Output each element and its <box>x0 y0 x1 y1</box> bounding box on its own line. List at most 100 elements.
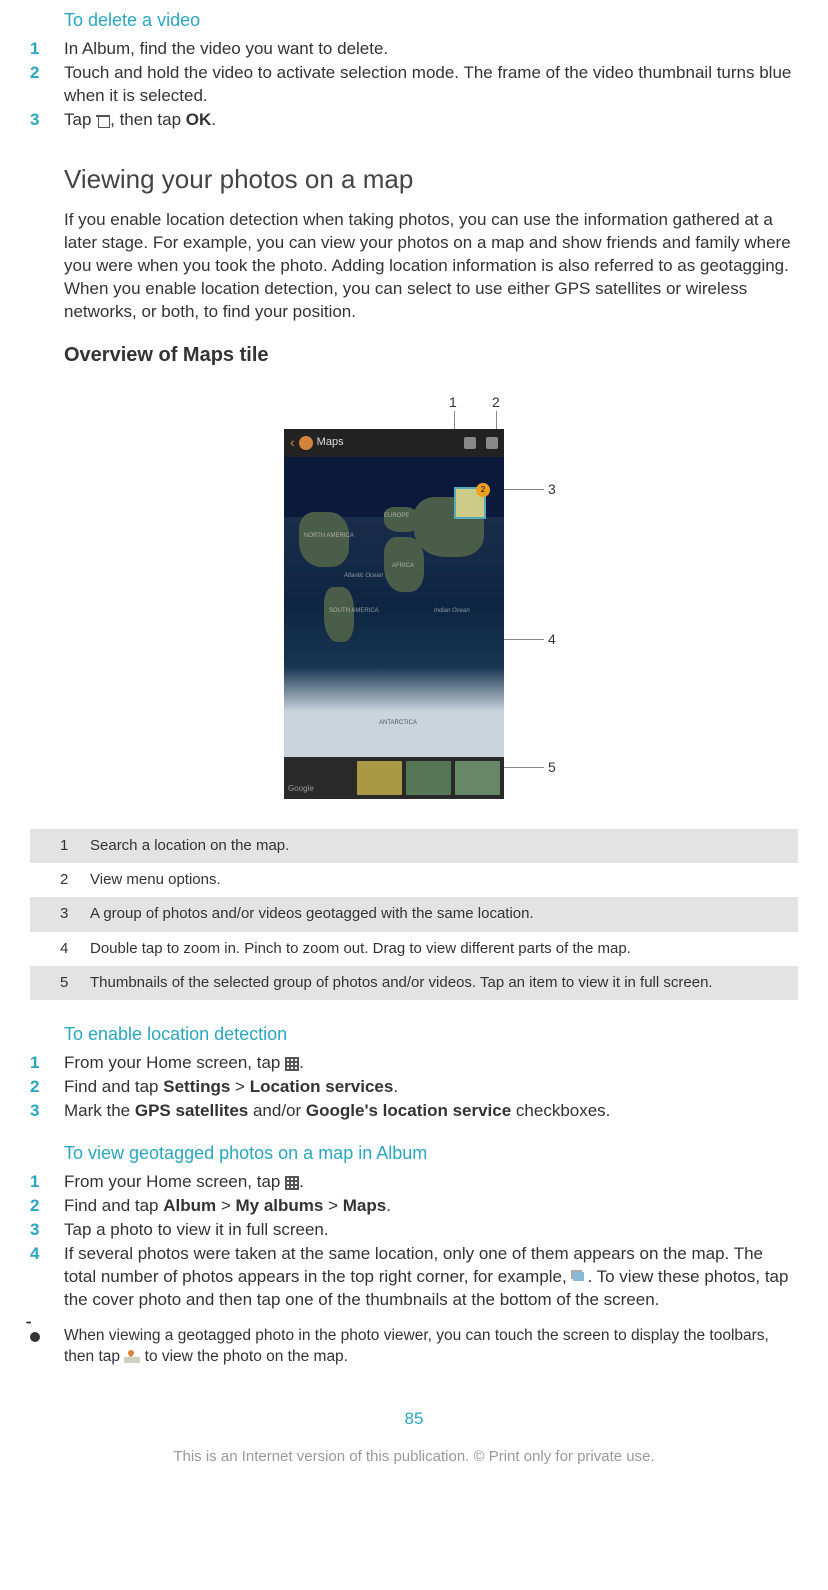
callout-number-1: 1 <box>449 393 457 412</box>
map-label: NORTH AMERICA <box>304 532 354 540</box>
bold-album: Album <box>163 1196 216 1215</box>
thumbnail[interactable] <box>406 761 451 795</box>
text-fragment: > <box>323 1196 342 1215</box>
bold-location-services: Location services <box>250 1077 394 1096</box>
step-number: 1 <box>30 1052 64 1075</box>
step-number: 1 <box>30 38 64 61</box>
legend-text: A group of photos and/or videos geotagge… <box>80 897 798 931</box>
apps-grid-icon <box>285 1176 299 1190</box>
figure-maps-overview: 1 2 3 4 5 ‹ Maps <box>30 389 798 809</box>
step-text: Touch and hold the video to activate sel… <box>64 62 798 108</box>
bold-maps: Maps <box>343 1196 386 1215</box>
bold-gps: GPS satellites <box>135 1101 248 1120</box>
callout-legend-table: 1 Search a location on the map. 2 View m… <box>30 829 798 1000</box>
globe-icon <box>299 436 313 450</box>
footer-note: This is an Internet version of this publ… <box>30 1447 798 1467</box>
step-text: Tap , then tap OK. <box>64 109 798 132</box>
legend-num: 5 <box>30 966 80 1000</box>
bold-ok: OK <box>186 110 212 129</box>
steps-view-geotagged: 1 From your Home screen, tap . 2 Find an… <box>30 1171 798 1312</box>
trash-icon <box>96 114 110 128</box>
intro-paragraph: If you enable location detection when ta… <box>64 209 798 324</box>
text-fragment: and/or <box>248 1101 306 1120</box>
tip-block: When viewing a geotagged photo in the ph… <box>30 1326 798 1368</box>
step-text: If several photos were taken at the same… <box>64 1243 798 1312</box>
step-text: From your Home screen, tap . <box>64 1052 798 1075</box>
map-label: AFRICA <box>392 562 414 570</box>
map-label: SOUTH AMERICA <box>329 607 379 615</box>
thumbnail[interactable] <box>455 761 500 795</box>
geotagged-photo-group[interactable]: 2 <box>454 487 486 519</box>
map-label: Atlantic Ocean <box>344 572 383 580</box>
search-icon[interactable] <box>464 437 476 449</box>
callout-line <box>504 767 544 768</box>
photo-stack-icon <box>571 1270 587 1284</box>
legend-num: 1 <box>30 829 80 863</box>
callout-number-2: 2 <box>492 393 500 412</box>
map-label: Indian Ocean <box>434 607 470 615</box>
text-fragment: . <box>386 1196 391 1215</box>
tip-bulb-icon <box>30 1326 64 1368</box>
table-row: 1 Search a location on the map. <box>30 829 798 863</box>
tip-text: When viewing a geotagged photo in the ph… <box>64 1326 798 1368</box>
back-arrow-icon[interactable]: ‹ <box>290 433 295 452</box>
heading-overview-maps-tile: Overview of Maps tile <box>64 342 798 369</box>
text-fragment: > <box>230 1077 249 1096</box>
step-text: Tap a photo to view it in full screen. <box>64 1219 798 1242</box>
text-fragment: Find and tap <box>64 1196 163 1215</box>
google-attribution: Google <box>288 784 314 795</box>
callout-number-3: 3 <box>548 480 556 499</box>
map-area[interactable]: NORTH AMERICA SOUTH AMERICA EUROPE AFRIC… <box>284 457 504 757</box>
heading-viewing-photos-map: Viewing your photos on a map <box>64 162 798 197</box>
map-label: EUROPE <box>384 512 409 520</box>
bold-my-albums: My albums <box>236 1196 324 1215</box>
step-text: From your Home screen, tap . <box>64 1171 798 1194</box>
steps-enable-location: 1 From your Home screen, tap . 2 Find an… <box>30 1052 798 1123</box>
legend-num: 4 <box>30 932 80 966</box>
section-title-view-geotagged: To view geotagged photos on a map in Alb… <box>64 1141 798 1165</box>
photo-count-badge: 2 <box>476 483 490 497</box>
step-number: 1 <box>30 1171 64 1194</box>
callout-number-5: 5 <box>548 758 556 777</box>
legend-text: Thumbnails of the selected group of phot… <box>80 966 798 1000</box>
step-number: 4 <box>30 1243 64 1312</box>
phone-screenshot: ‹ Maps NORTH AMERICA SOUTH AMERICA EUROP… <box>284 429 504 799</box>
thumbnail[interactable] <box>357 761 402 795</box>
bold-settings: Settings <box>163 1077 230 1096</box>
legend-num: 3 <box>30 897 80 931</box>
page-number: 85 <box>30 1408 798 1431</box>
step-text: In Album, find the video you want to del… <box>64 38 798 61</box>
legend-text: Double tap to zoom in. Pinch to zoom out… <box>80 932 798 966</box>
step-number: 3 <box>30 1219 64 1242</box>
text-fragment: From your Home screen, tap <box>64 1172 285 1191</box>
bold-google-location: Google's location service <box>306 1101 511 1120</box>
legend-text: View menu options. <box>80 863 798 897</box>
legend-num: 2 <box>30 863 80 897</box>
map-pin-icon <box>124 1349 140 1363</box>
text-fragment: . <box>211 110 216 129</box>
step-number: 3 <box>30 1100 64 1123</box>
steps-delete-video: 1 In Album, find the video you want to d… <box>30 38 798 132</box>
step-text: Find and tap Settings > Location service… <box>64 1076 798 1099</box>
menu-icon[interactable] <box>486 437 498 449</box>
step-number: 2 <box>30 1076 64 1099</box>
text-fragment: Tap <box>64 110 96 129</box>
map-label: ANTARCTICA <box>379 719 417 727</box>
section-title-delete-video: To delete a video <box>64 8 798 32</box>
text-fragment: Mark the <box>64 1101 135 1120</box>
step-number: 2 <box>30 62 64 108</box>
apps-grid-icon <box>285 1057 299 1071</box>
text-fragment: . <box>393 1077 398 1096</box>
text-fragment: . <box>299 1053 304 1072</box>
maps-title: Maps <box>317 435 344 450</box>
thumbnail-bar: Google <box>284 757 504 799</box>
callout-number-4: 4 <box>548 630 556 649</box>
section-title-enable-location: To enable location detection <box>64 1022 798 1046</box>
table-row: 2 View menu options. <box>30 863 798 897</box>
step-number: 3 <box>30 109 64 132</box>
maps-app-header: ‹ Maps <box>284 429 504 457</box>
text-fragment: to view the photo on the map. <box>140 1348 348 1365</box>
step-number: 2 <box>30 1195 64 1218</box>
table-row: 4 Double tap to zoom in. Pinch to zoom o… <box>30 932 798 966</box>
step-text: Mark the GPS satellites and/or Google's … <box>64 1100 798 1123</box>
